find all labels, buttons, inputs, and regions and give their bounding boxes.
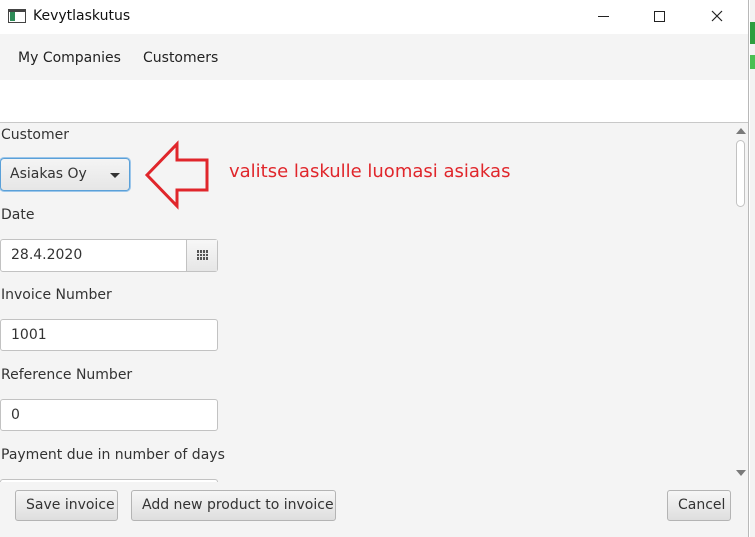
toolbar-spacer: [0, 80, 748, 122]
menu-my-companies[interactable]: My Companies: [18, 50, 121, 66]
app-icon: [8, 9, 26, 23]
date-value: 28.4.2020: [11, 247, 83, 263]
add-product-button[interactable]: Add new product to invoice: [131, 490, 336, 521]
minimize-button[interactable]: [580, 0, 626, 32]
calendar-button[interactable]: [186, 240, 217, 271]
maximize-button[interactable]: [636, 0, 682, 32]
invoice-number-field[interactable]: 1001: [0, 319, 218, 351]
save-invoice-button[interactable]: Save invoice: [15, 490, 118, 521]
arrow-left-icon: [144, 140, 209, 210]
reference-number-value: 0: [11, 407, 20, 423]
annotation-text: valitse laskulle luomasi asiakas: [229, 161, 511, 182]
menu-customers[interactable]: Customers: [143, 50, 218, 66]
close-button[interactable]: [694, 0, 740, 32]
scroll-up-icon[interactable]: [736, 128, 746, 134]
app-window: Kevytlaskutus My Companies Customers Cus…: [0, 0, 749, 537]
title-bar: Kevytlaskutus: [0, 0, 748, 34]
customer-label: Customer: [1, 127, 70, 143]
minimize-icon: [597, 15, 609, 17]
menu-bar: My Companies Customers: [0, 34, 748, 80]
window-title: Kevytlaskutus: [33, 8, 131, 24]
background-window-edge: [750, 0, 755, 537]
customer-select-value: Asiakas Oy: [10, 166, 87, 182]
cancel-button[interactable]: Cancel: [667, 490, 731, 521]
invoice-number-value: 1001: [11, 327, 47, 343]
invoice-number-label: Invoice Number: [1, 287, 112, 303]
scroll-thumb[interactable]: [736, 140, 745, 207]
close-icon: [711, 10, 723, 22]
background-accent: [750, 55, 755, 69]
dropdown-arrow-icon: [110, 173, 120, 178]
date-picker[interactable]: 28.4.2020: [0, 239, 218, 272]
reference-number-field[interactable]: 0: [0, 399, 218, 431]
scroll-down-icon[interactable]: [736, 470, 746, 476]
background-accent: [750, 22, 755, 44]
action-bar: Save invoice Add new product to invoice …: [0, 482, 748, 537]
vertical-scrollbar[interactable]: [732, 123, 748, 482]
calendar-icon: [197, 250, 208, 260]
maximize-icon: [653, 10, 665, 22]
reference-number-label: Reference Number: [1, 367, 133, 383]
customer-select[interactable]: Asiakas Oy: [0, 158, 130, 191]
date-label: Date: [1, 207, 35, 223]
payment-due-label: Payment due in number of days: [1, 447, 225, 463]
